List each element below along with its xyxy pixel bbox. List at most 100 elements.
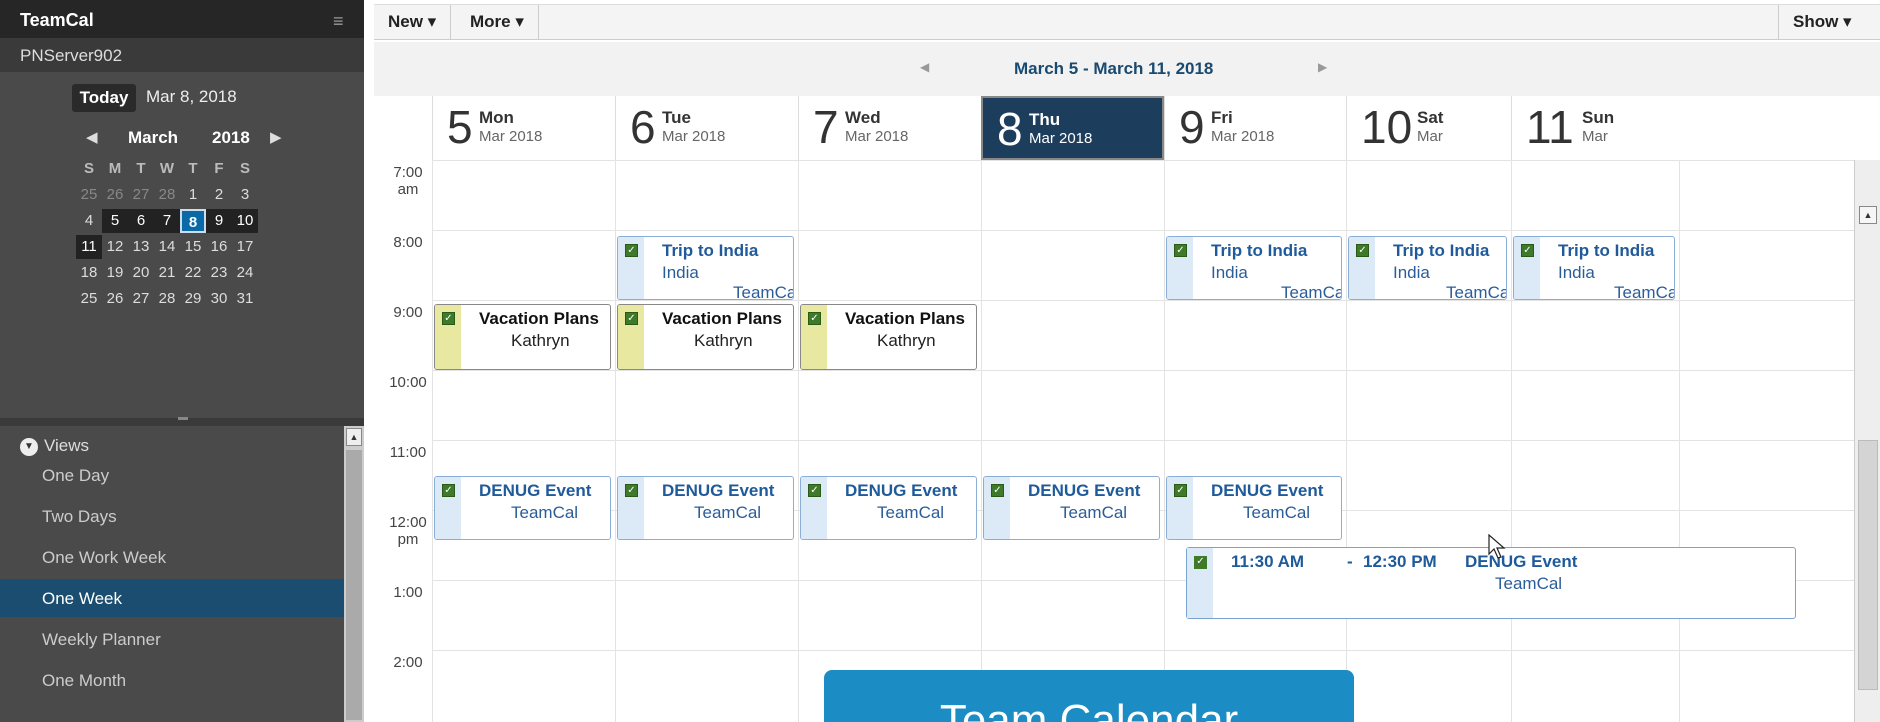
view-one-week[interactable]: One Week bbox=[0, 579, 344, 617]
event-title: Trip to India bbox=[1558, 241, 1655, 260]
denug-event[interactable]: ✓ DENUG Event TeamCal bbox=[434, 476, 611, 540]
mini-day[interactable]: 17 bbox=[232, 235, 258, 259]
mini-day[interactable]: 29 bbox=[180, 287, 206, 311]
denug-event[interactable]: ✓ DENUG Event TeamCal bbox=[617, 476, 794, 540]
mini-day[interactable]: 11 bbox=[76, 235, 102, 259]
vac-event[interactable]: ✓ Vacation Plans Kathryn bbox=[434, 304, 611, 370]
mini-day[interactable]: 23 bbox=[206, 261, 232, 285]
event-owner: Kathryn bbox=[877, 331, 936, 350]
menu-icon[interactable]: ≡ bbox=[333, 11, 344, 32]
view-weekly-planner[interactable]: Weekly Planner bbox=[0, 620, 344, 658]
views-panel: ▼ Views One Day Two Days One Work Week On… bbox=[0, 426, 344, 722]
mini-day[interactable]: 10 bbox=[232, 209, 258, 233]
denug-event[interactable]: ✓ DENUG Event TeamCal bbox=[1166, 476, 1342, 540]
mini-day[interactable]: 12 bbox=[102, 235, 128, 259]
scroll-up-icon[interactable]: ▲ bbox=[346, 428, 362, 446]
mini-day[interactable]: 25 bbox=[76, 287, 102, 311]
view-one-month[interactable]: One Month bbox=[0, 661, 344, 699]
view-one-day[interactable]: One Day bbox=[0, 456, 344, 494]
prev-month-icon[interactable]: ◀ bbox=[86, 128, 98, 146]
mini-day[interactable]: 20 bbox=[128, 261, 154, 285]
denug-event[interactable]: ✓ DENUG Event TeamCal bbox=[800, 476, 977, 540]
mini-day[interactable]: 31 bbox=[232, 287, 258, 311]
mini-day[interactable]: 16 bbox=[206, 235, 232, 259]
mini-day[interactable]: 22 bbox=[180, 261, 206, 285]
scroll-thumb[interactable] bbox=[346, 450, 362, 720]
mini-day[interactable]: 28 bbox=[154, 287, 180, 311]
mini-day[interactable]: 7 bbox=[154, 209, 180, 233]
mini-year[interactable]: 2018 bbox=[212, 128, 250, 148]
mini-day[interactable]: 15 bbox=[180, 235, 206, 259]
mini-day[interactable]: 14 bbox=[154, 235, 180, 259]
mini-day[interactable]: 28 bbox=[154, 183, 180, 207]
scroll-up-icon[interactable]: ▲ bbox=[1859, 206, 1877, 224]
view-one-work-week[interactable]: One Work Week bbox=[0, 538, 344, 576]
views-scrollbar[interactable]: ▲ bbox=[344, 426, 364, 722]
day-header-sun[interactable]: 11 Sun Mar bbox=[1511, 96, 1679, 160]
more-button[interactable]: More ▾ bbox=[456, 5, 539, 39]
day-header-sat[interactable]: 10 Sat Mar bbox=[1346, 96, 1511, 160]
vac-event[interactable]: ✓ Vacation Plans Kathryn bbox=[617, 304, 794, 370]
event-calendar: TeamCal bbox=[1495, 574, 1563, 593]
event-title: Trip to India bbox=[1393, 241, 1490, 260]
views-header[interactable]: ▼ Views bbox=[20, 436, 89, 456]
trip-event[interactable]: ✓ Trip to India India TeamCal bbox=[1513, 236, 1675, 300]
prev-week-icon[interactable]: ◀ bbox=[920, 60, 929, 74]
check-icon: ✓ bbox=[442, 484, 455, 497]
time-label: 7:00 am bbox=[384, 164, 432, 198]
event-title: DENUG Event bbox=[662, 481, 775, 500]
mini-day[interactable]: 26 bbox=[102, 183, 128, 207]
mini-month[interactable]: March bbox=[128, 128, 178, 148]
mini-day[interactable]: 21 bbox=[154, 261, 180, 285]
check-icon: ✓ bbox=[1174, 244, 1187, 257]
hour-row[interactable] bbox=[432, 370, 1854, 440]
mini-day[interactable]: 2 bbox=[206, 183, 232, 207]
day-number: 11 bbox=[1526, 101, 1574, 153]
event-calendar: TeamCal bbox=[877, 503, 945, 522]
mini-day[interactable]: 13 bbox=[128, 235, 154, 259]
trip-event[interactable]: ✓ Trip to India India TeamCal bbox=[1166, 236, 1342, 300]
new-button[interactable]: New ▾ bbox=[374, 5, 452, 39]
day-number: 6 bbox=[630, 101, 656, 153]
day-header-thu[interactable]: 8 Thu Mar 2018 bbox=[981, 96, 1164, 160]
next-month-icon[interactable]: ▶ bbox=[270, 128, 282, 146]
hour-row[interactable] bbox=[432, 160, 1854, 230]
calendar-scrollbar[interactable]: ▲ bbox=[1854, 160, 1880, 722]
day-header-wed[interactable]: 7 Wed Mar 2018 bbox=[798, 96, 981, 160]
mini-day[interactable]: 9 bbox=[206, 209, 232, 233]
event-title: DENUG Event bbox=[845, 481, 958, 500]
mini-day[interactable]: 24 bbox=[232, 261, 258, 285]
mini-day[interactable]: 27 bbox=[128, 183, 154, 207]
vac-event[interactable]: ✓ Vacation Plans Kathryn bbox=[800, 304, 977, 370]
mini-day[interactable]: 6 bbox=[128, 209, 154, 233]
today-button[interactable]: Today bbox=[72, 84, 136, 112]
mini-day[interactable]: 26 bbox=[102, 287, 128, 311]
next-week-icon[interactable]: ▶ bbox=[1318, 60, 1327, 74]
trip-event[interactable]: ✓ Trip to India India TeamCal bbox=[617, 236, 794, 300]
mini-day[interactable]: 27 bbox=[128, 287, 154, 311]
denug-event[interactable]: ✓ DENUG Event TeamCal bbox=[983, 476, 1160, 540]
view-two-days[interactable]: Two Days bbox=[0, 497, 344, 535]
mini-day-selected[interactable]: 8 bbox=[180, 209, 206, 233]
column-divider bbox=[615, 160, 616, 722]
mini-day[interactable]: 19 bbox=[102, 261, 128, 285]
mini-day[interactable]: 3 bbox=[232, 183, 258, 207]
mini-day[interactable]: 25 bbox=[76, 183, 102, 207]
day-header-tue[interactable]: 6 Tue Mar 2018 bbox=[615, 96, 798, 160]
day-header-fri[interactable]: 9 Fri Mar 2018 bbox=[1164, 96, 1346, 160]
pane-splitter[interactable]: ▬ bbox=[0, 412, 364, 426]
show-button[interactable]: Show ▾ bbox=[1778, 5, 1866, 39]
scroll-thumb[interactable] bbox=[1858, 440, 1878, 690]
mini-day[interactable]: 4 bbox=[76, 209, 102, 233]
collapse-icon[interactable]: ▼ bbox=[20, 437, 38, 456]
splitter-handle-icon[interactable]: ▬ bbox=[178, 412, 188, 423]
day-header-mon[interactable]: 5 Mon Mar 2018 bbox=[432, 96, 615, 160]
event-calendar: TeamCal bbox=[1281, 283, 1342, 300]
mini-day[interactable]: 1 bbox=[180, 183, 206, 207]
mini-day[interactable]: 18 bbox=[76, 261, 102, 285]
mini-day[interactable]: 5 bbox=[102, 209, 128, 233]
mini-day[interactable]: 30 bbox=[206, 287, 232, 311]
app-root: TeamCal ≡ PNServer902 Today Mar 8, 2018 … bbox=[0, 0, 1880, 722]
check-icon: ✓ bbox=[1174, 484, 1187, 497]
trip-event[interactable]: ✓ Trip to India India TeamCal bbox=[1348, 236, 1507, 300]
